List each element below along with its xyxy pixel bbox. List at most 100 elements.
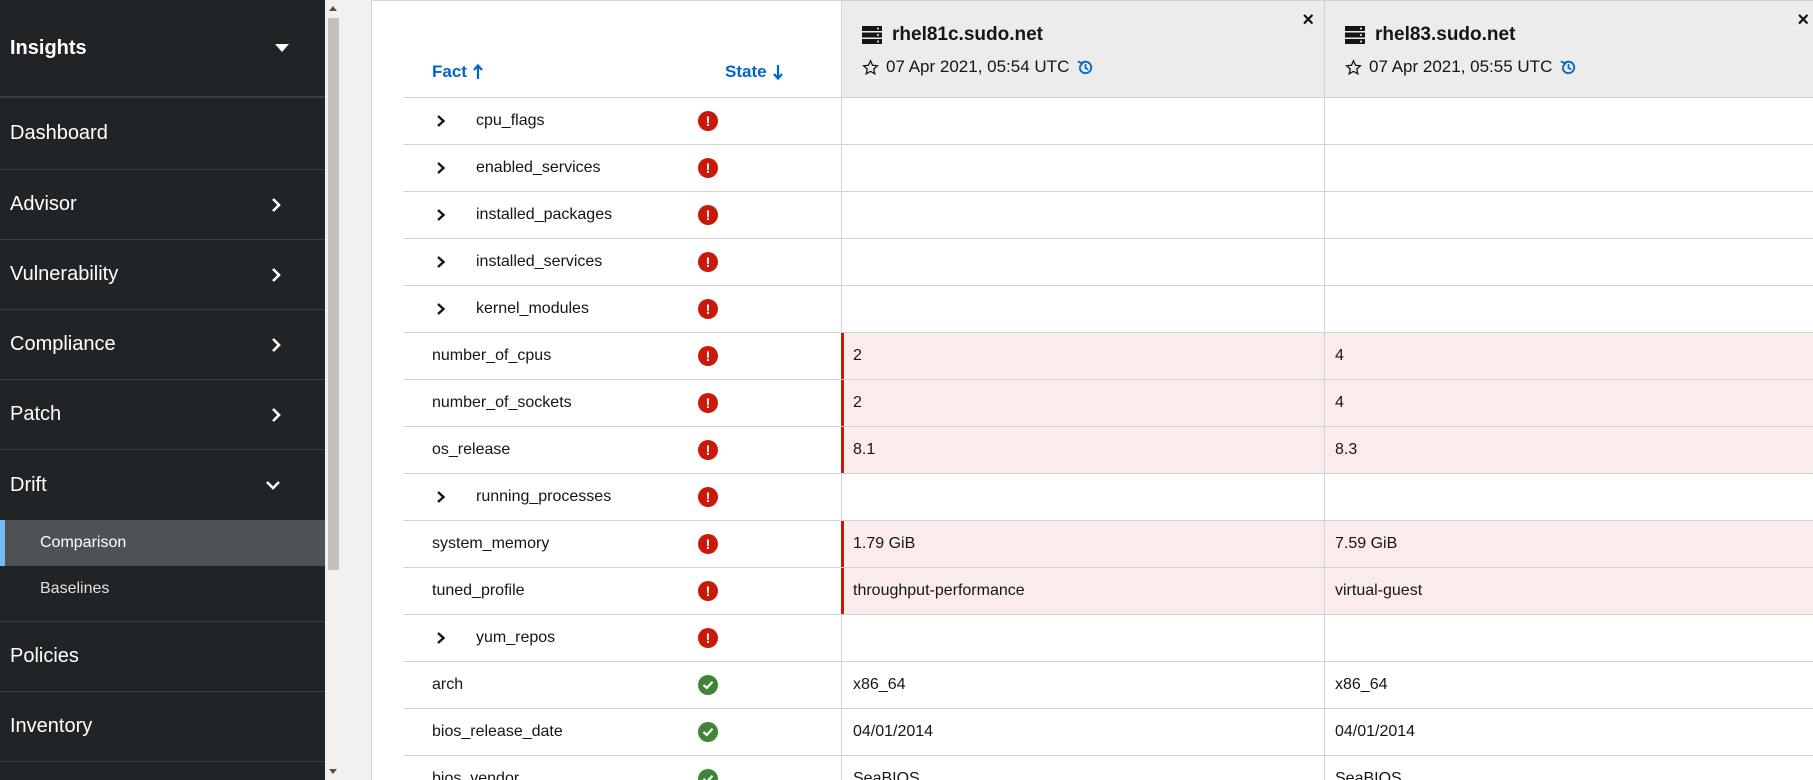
- sidebar-item-comparison[interactable]: Comparison: [0, 520, 325, 566]
- fact-cell: system_memory: [403, 521, 841, 567]
- value-cell-system-2: 8.3: [1324, 427, 1813, 473]
- value-cell-system-2: [1324, 192, 1813, 238]
- sort-down-icon: [772, 65, 783, 80]
- system-date-2: 07 Apr 2021, 05:55 UTC: [1345, 57, 1578, 77]
- fact-cell: bios_release_date: [403, 709, 841, 755]
- exclamation-circle-icon: !: [698, 158, 718, 178]
- scroll-down-arrow-icon[interactable]: [329, 769, 337, 774]
- table-row[interactable]: installed_packages!: [403, 191, 1813, 238]
- expand-chevron-icon[interactable]: [436, 490, 446, 504]
- table-row[interactable]: kernel_modules!: [403, 285, 1813, 332]
- app-switcher[interactable]: Insights: [0, 0, 325, 98]
- check-circle-icon: [698, 675, 718, 695]
- fact-name: yum_repos: [476, 629, 556, 646]
- scrollbar-thumb[interactable]: [328, 18, 339, 570]
- fact-value: SeaBIOS: [1335, 770, 1402, 780]
- close-icon[interactable]: ×: [1302, 9, 1314, 32]
- fact-value: 04/01/2014: [853, 723, 934, 740]
- nav-item-patch[interactable]: Patch: [0, 380, 325, 450]
- state-column-header[interactable]: State: [725, 62, 783, 82]
- expand-chevron-icon[interactable]: [436, 208, 446, 222]
- fact-value: 2: [853, 347, 862, 364]
- value-cell-system-2: [1324, 145, 1813, 191]
- divider: [0, 612, 325, 622]
- scroll-up-arrow-icon[interactable]: [329, 6, 337, 11]
- table-row[interactable]: enabled_services!: [403, 144, 1813, 191]
- fact-value: 4: [1335, 347, 1344, 364]
- fact-name: kernel_modules: [476, 300, 589, 317]
- fact-value: 1.79 GiB: [853, 535, 916, 552]
- nav-item-compliance[interactable]: Compliance: [0, 310, 325, 380]
- value-cell-system-2: virtual-guest: [1324, 568, 1813, 614]
- fact-value: x86_64: [853, 676, 906, 693]
- value-cell-system-1: [841, 192, 1324, 238]
- exclamation-circle-icon: !: [698, 628, 718, 648]
- star-outline-icon[interactable]: [1345, 58, 1362, 76]
- nav-item-label: Compliance: [10, 333, 116, 355]
- close-icon[interactable]: ×: [1797, 9, 1809, 32]
- expand-chevron-icon[interactable]: [436, 302, 446, 316]
- system-name-label[interactable]: rhel83.sudo.net: [1375, 24, 1515, 46]
- sidebar-scrollbar[interactable]: [325, 0, 342, 780]
- value-cell-system-1: throughput-performance: [841, 568, 1324, 614]
- state-cell: !: [693, 286, 723, 332]
- nav-item-advisor[interactable]: Advisor: [0, 170, 325, 240]
- expand-chevron-icon[interactable]: [436, 114, 446, 128]
- fact-name: bios_release_date: [432, 723, 563, 740]
- expand-chevron-icon[interactable]: [436, 631, 446, 645]
- exclamation-circle-icon: !: [698, 205, 718, 225]
- chevron-right-icon: [271, 337, 281, 353]
- state-cell: !: [693, 380, 723, 426]
- table-row[interactable]: yum_repos!: [403, 614, 1813, 661]
- fact-name: number_of_sockets: [432, 394, 572, 411]
- sort-up-icon: [473, 64, 483, 79]
- value-cell-system-2: x86_64: [1324, 662, 1813, 708]
- sidebar-item-baselines[interactable]: Baselines: [0, 566, 325, 612]
- fact-cell: os_release: [403, 427, 841, 473]
- value-cell-system-2: 4: [1324, 333, 1813, 379]
- table-row[interactable]: cpu_flags!: [403, 97, 1813, 144]
- state-cell: !: [693, 615, 723, 661]
- fact-name: arch: [432, 676, 464, 693]
- exclamation-circle-icon: !: [698, 440, 718, 460]
- drift-subnav: Comparison Baselines: [0, 520, 325, 622]
- nav-item-inventory[interactable]: Inventory: [0, 692, 325, 762]
- fact-cell: cpu_flags: [403, 98, 841, 144]
- page-gutter: [342, 0, 372, 780]
- value-cell-system-2: 4: [1324, 380, 1813, 426]
- fact-name: bios_vendor: [432, 770, 520, 780]
- fact-cell: running_processes: [403, 474, 841, 520]
- table-row[interactable]: installed_services!: [403, 238, 1813, 285]
- system-date-label: 07 Apr 2021, 05:54 UTC: [886, 57, 1070, 76]
- nav-item-drift[interactable]: Drift: [0, 450, 325, 520]
- state-cell: [693, 709, 723, 755]
- fact-name: installed_packages: [476, 206, 613, 223]
- star-outline-icon[interactable]: [862, 58, 879, 76]
- fact-name: enabled_services: [476, 159, 601, 176]
- value-cell-system-2: [1324, 286, 1813, 332]
- fact-value: 8.3: [1335, 441, 1358, 458]
- table-row: os_release! 8.1 8.3: [403, 426, 1813, 473]
- system-name-1: rhel81c.sudo.net: [862, 24, 1043, 46]
- value-cell-system-1: [841, 239, 1324, 285]
- fact-column-header[interactable]: Fact: [432, 62, 483, 82]
- table-row: number_of_cpus! 2 4: [403, 332, 1813, 379]
- system-name-label[interactable]: rhel81c.sudo.net: [892, 24, 1043, 46]
- comparison-table-body: cpu_flags! enabled_services! installed_pac…: [403, 97, 1813, 780]
- fact-name: os_release: [432, 441, 511, 458]
- state-cell: !: [693, 333, 723, 379]
- history-icon[interactable]: [1559, 58, 1578, 77]
- value-cell-system-1: [841, 286, 1324, 332]
- table-row[interactable]: running_processes!: [403, 473, 1813, 520]
- value-cell-system-1: [841, 145, 1324, 191]
- expand-chevron-icon[interactable]: [436, 161, 446, 175]
- state-header-label: State: [725, 62, 767, 81]
- system-date-1: 07 Apr 2021, 05:54 UTC: [862, 57, 1095, 77]
- nav-item-policies[interactable]: Policies: [0, 622, 325, 692]
- nav-item-dashboard[interactable]: Dashboard: [0, 98, 325, 170]
- expand-chevron-icon[interactable]: [436, 255, 446, 269]
- history-icon[interactable]: [1076, 58, 1095, 77]
- nav-item-vulnerability[interactable]: Vulnerability: [0, 240, 325, 310]
- exclamation-circle-icon: !: [698, 299, 718, 319]
- value-cell-system-2: [1324, 474, 1813, 520]
